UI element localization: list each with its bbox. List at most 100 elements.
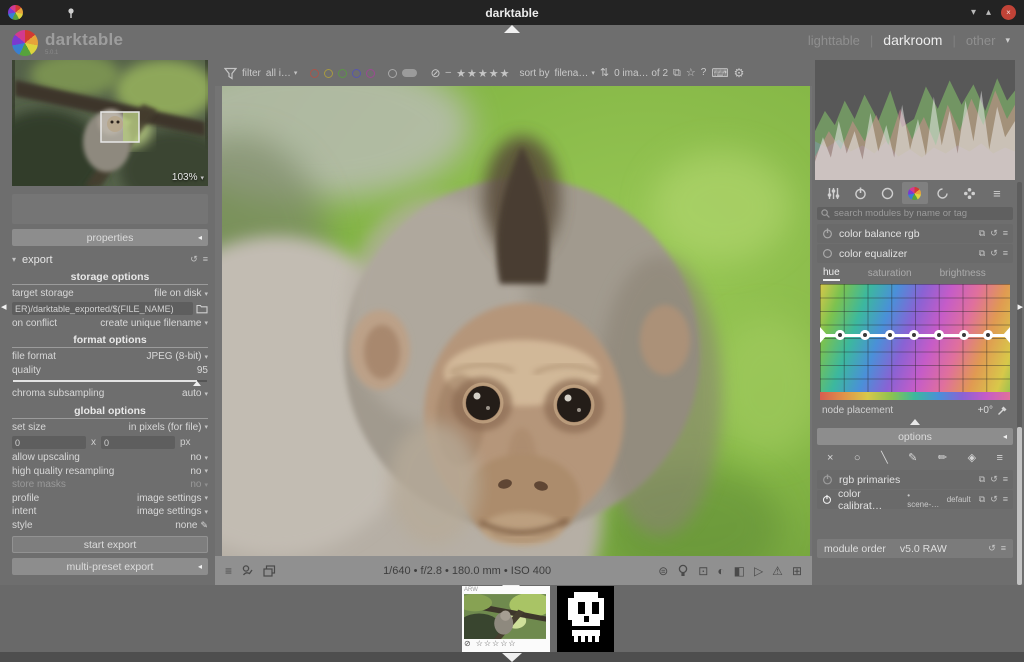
color-label-green[interactable]	[338, 69, 347, 78]
view-other[interactable]: other	[966, 33, 996, 48]
reject-filter-icon[interactable]: ⊘	[430, 67, 440, 79]
color-label-yellow[interactable]	[324, 69, 333, 78]
navigation-preview[interactable]: 103% ▾	[12, 60, 208, 186]
multi-instance-icon[interactable]: ⧉	[979, 495, 985, 504]
file-format-select[interactable]: JPEG (8-bit) ▾	[146, 351, 208, 362]
expand-arrow-icon[interactable]: ▾	[12, 255, 16, 264]
presets-menu-icon[interactable]: ≡	[1001, 544, 1006, 553]
module-rgb-primaries[interactable]: rgb primaries ⧉ ↺ ≡	[817, 470, 1013, 489]
minimize-button[interactable]: ▾	[971, 8, 976, 18]
view-darkroom[interactable]: darkroom	[883, 32, 942, 48]
multi-instance-icon[interactable]: ⧉	[979, 229, 985, 238]
view-lighttable[interactable]: lighttable	[808, 33, 860, 48]
star-outline-icon[interactable]: ☆	[508, 639, 516, 648]
module-color-calibration[interactable]: color calibrat… • scene-… default ⧉ ↺ ≡	[817, 490, 1013, 509]
curve-node[interactable]	[909, 330, 919, 340]
star-outline-icon[interactable]: ☆	[484, 639, 492, 648]
top-panel-toggle[interactable]	[504, 25, 520, 33]
hq-resampling-select[interactable]: no ▾	[190, 466, 208, 477]
curve-node[interactable]	[934, 330, 944, 340]
star-outline-icon[interactable]: ☆	[476, 639, 484, 648]
properties-button[interactable]: properties ◂	[12, 229, 208, 246]
slider-handle[interactable]	[193, 381, 201, 386]
left-panel-toggle[interactable]: ◂	[1, 300, 7, 313]
on-conflict-select[interactable]: create unique filename ▾	[100, 318, 208, 329]
color-label-all[interactable]	[402, 69, 417, 77]
color-picker-icon[interactable]	[997, 405, 1008, 416]
tab-effects-modules[interactable]	[957, 182, 983, 204]
bottom-panel-toggle[interactable]	[502, 653, 522, 662]
height-input[interactable]: 0	[101, 436, 175, 449]
sort-select[interactable]: filena… ▾	[554, 68, 594, 79]
module-power-icon[interactable]	[822, 228, 833, 239]
remove-mask-icon[interactable]: ×	[827, 453, 833, 464]
folder-icon[interactable]	[196, 303, 208, 314]
target-storage-select[interactable]: file on disk ▾	[154, 288, 208, 299]
star-icon[interactable]: ★	[456, 68, 467, 80]
reset-icon[interactable]: ↺	[988, 544, 996, 553]
thumbnail-rating[interactable]: ⊘ ☆☆☆☆☆	[464, 639, 548, 649]
circle-mask-icon[interactable]: ○	[854, 453, 861, 464]
color-label-red[interactable]	[310, 69, 319, 78]
reset-icon[interactable]: ↺	[990, 495, 998, 504]
module-color-balance-rgb[interactable]: color balance rgb ⧉ ↺ ≡	[817, 224, 1013, 243]
preferences-gear-icon[interactable]: ⚙	[734, 67, 745, 79]
color-label-blue[interactable]	[352, 69, 361, 78]
blend-modes-icon[interactable]: ◈	[968, 453, 976, 464]
maximize-button[interactable]: ▴	[986, 8, 991, 18]
right-panel-scrollbar[interactable]	[1017, 182, 1022, 585]
path-mask-icon[interactable]: ✎	[908, 453, 917, 464]
star-icon[interactable]: ★	[467, 68, 478, 80]
module-power-icon[interactable]	[822, 474, 833, 485]
multi-instance-icon[interactable]: ⧉	[979, 475, 985, 484]
module-search[interactable]: search modules by name or tag	[817, 207, 1013, 220]
guides-overlays-icon[interactable]: ≡	[225, 565, 232, 577]
keyboard-shortcuts-icon[interactable]: ⌨	[711, 67, 728, 79]
hue-curve-editor[interactable]	[820, 284, 1010, 392]
presets-menu-icon[interactable]: ≡	[1003, 495, 1008, 504]
node-placement-value[interactable]: +0°	[978, 405, 993, 416]
presets-menu-icon[interactable]: ≡	[203, 255, 208, 264]
style-select[interactable]: none ✎	[175, 520, 208, 531]
set-size-select[interactable]: in pixels (for file) ▾	[129, 422, 208, 433]
export-path-input[interactable]: ER)/darktable_exported/$(FILE_NAME)	[12, 302, 193, 315]
style-edit-icon[interactable]: ✎	[200, 521, 208, 530]
gradient-mask-icon[interactable]: ╲	[881, 453, 888, 464]
filmstrip-thumbnail-selected[interactable]: ARW ⊘ ☆☆☆☆☆	[462, 586, 550, 652]
tab-grading-modules[interactable]	[875, 182, 901, 204]
module-color-equalizer[interactable]: color equalizer ⧉ ↺ ≡	[817, 244, 1013, 263]
softproof-bulb-icon[interactable]	[677, 564, 689, 578]
star-rating[interactable]: ☆☆☆☆☆	[476, 639, 517, 649]
curve-node[interactable]	[860, 330, 870, 340]
tab-active-modules[interactable]	[820, 182, 846, 204]
reset-icon[interactable]: ↺	[990, 249, 998, 258]
reset-icon[interactable]: ↺	[990, 229, 998, 238]
warning-icon[interactable]: ⚠	[772, 565, 783, 577]
view-dropdown-icon[interactable]: ▾	[1005, 35, 1010, 46]
star-outline-icon[interactable]: ☆	[492, 639, 500, 648]
reset-icon[interactable]: ↺	[190, 255, 198, 264]
clipping-warning-icon[interactable]: ◧	[734, 565, 745, 577]
curve-node[interactable]	[885, 330, 895, 340]
rating-filter-stars[interactable]: ★★★★★	[456, 67, 510, 80]
color-label-clear[interactable]	[388, 69, 397, 78]
module-power-icon[interactable]	[822, 248, 833, 259]
reject-icon[interactable]: ⊘	[464, 639, 472, 649]
star-icon[interactable]: ★	[489, 68, 500, 80]
overexposed-indicator-icon[interactable]: ⊜	[658, 565, 668, 577]
allow-upscaling-select[interactable]: no ▾	[190, 452, 208, 463]
module-groups-menu-icon[interactable]: ≡	[984, 182, 1010, 204]
zoom-level[interactable]: 103% ▾	[172, 172, 204, 183]
tab-brightness[interactable]: brightness	[940, 268, 986, 279]
module-power-icon[interactable]	[822, 494, 832, 505]
mask-manager-icon[interactable]	[241, 564, 254, 577]
help-icon[interactable]: ?	[701, 68, 707, 78]
intent-select[interactable]: image settings ▾	[137, 506, 208, 517]
sort-order-icon[interactable]: ⇅	[600, 68, 609, 79]
presets-menu-icon[interactable]: ≡	[1003, 475, 1008, 484]
reset-icon[interactable]: ↺	[990, 475, 998, 484]
star-outline-icon[interactable]: ☆	[686, 68, 696, 79]
raster-mask-menu-icon[interactable]: ≡	[997, 453, 1003, 464]
presets-menu-icon[interactable]: ≡	[1003, 229, 1008, 238]
module-order-bar[interactable]: module order v5.0 RAW ↺ ≡	[817, 539, 1013, 558]
